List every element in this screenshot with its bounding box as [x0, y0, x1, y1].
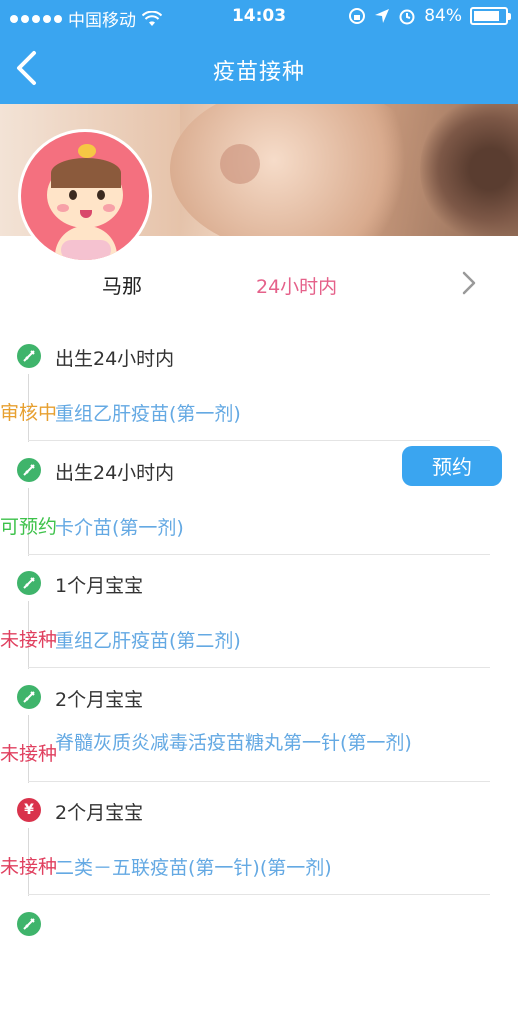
avatar-bow — [78, 144, 96, 158]
vaccine-stage-header: 出生24小时内 预约 — [0, 444, 518, 496]
status-right: 84% — [348, 6, 508, 26]
vaccine-stage: 2个月宝宝 — [55, 685, 143, 712]
syringe-icon — [21, 462, 37, 478]
vaccine-stage-header: ¥ 2个月宝宝 — [0, 784, 518, 836]
avatar-cheek — [103, 204, 115, 212]
syringe-icon — [21, 916, 37, 932]
vaccine-stage-header: 2个月宝宝 — [0, 671, 518, 723]
vaccine-free-icon — [17, 344, 41, 368]
vaccine-status: 审核中 — [0, 398, 518, 432]
vaccine-stage-header: 出生24小时内 — [0, 330, 518, 382]
baby-avatar[interactable] — [18, 129, 152, 263]
battery-percent: 84% — [424, 6, 462, 26]
vaccine-free-icon — [17, 458, 41, 482]
vaccine-free-icon — [17, 912, 41, 936]
vaccine-item[interactable]: 1个月宝宝 重组乙肝疫苗(第二剂) 未接种 — [0, 557, 518, 671]
divider — [28, 554, 490, 555]
vaccine-item[interactable]: 出生24小时内 重组乙肝疫苗(第一剂) 审核中 — [0, 330, 518, 444]
vaccine-stage: 出生24小时内 — [55, 344, 174, 371]
vaccine-free-icon — [17, 571, 41, 595]
vaccine-status: 未接种 — [0, 739, 518, 773]
location-icon — [374, 8, 390, 24]
vaccine-item[interactable]: ¥ 2个月宝宝 二类－五联疫苗(第一针)(第一剂) 未接种 — [0, 784, 518, 898]
rotation-lock-icon — [348, 7, 366, 25]
divider — [28, 894, 490, 895]
vaccine-status: 未接种 — [0, 852, 518, 886]
banner-shape — [220, 144, 260, 184]
page-title: 疫苗接种 — [0, 54, 518, 86]
baby-age: 24小时内 — [256, 272, 337, 299]
vaccine-item[interactable]: 2个月宝宝 脊髓灰质炎减毒活疫苗糖丸第一针(第一剂) 未接种 — [0, 671, 518, 785]
avatar-cheek — [57, 204, 69, 212]
vaccine-status: 可预约 — [0, 512, 518, 546]
avatar-eye — [69, 190, 77, 200]
vaccine-item-partial[interactable] — [0, 898, 518, 1011]
vaccine-stage-header — [0, 898, 518, 950]
alarm-icon — [398, 7, 416, 25]
syringe-icon — [21, 575, 37, 591]
battery-icon — [470, 7, 508, 25]
banner-shape — [420, 104, 518, 236]
banner-shape — [170, 104, 430, 236]
chevron-right-icon — [458, 270, 480, 296]
syringe-icon — [21, 689, 37, 705]
divider — [28, 667, 490, 668]
divider — [28, 781, 490, 782]
book-button[interactable]: 预约 — [402, 446, 502, 486]
vaccine-stage-header: 1个月宝宝 — [0, 557, 518, 609]
avatar-diaper — [61, 240, 111, 260]
vaccine-free-icon — [17, 685, 41, 709]
vaccine-list: 出生24小时内 重组乙肝疫苗(第一剂) 审核中 出生24小时内 预约 卡介苗(第… — [0, 330, 518, 1011]
divider — [28, 440, 490, 441]
baby-name: 马那 — [80, 270, 164, 299]
vaccine-stage: 出生24小时内 — [55, 458, 174, 485]
vaccine-status: 未接种 — [0, 625, 518, 659]
navigation-bar: 中国移动 14:03 84% — [0, 0, 518, 104]
battery-fill — [474, 11, 499, 21]
avatar-hair — [51, 158, 121, 188]
vaccine-item[interactable]: 出生24小时内 预约 卡介苗(第一剂) 可预约 — [0, 444, 518, 558]
vaccine-stage: 1个月宝宝 — [55, 571, 143, 598]
baby-info-row[interactable]: 马那 24小时内 — [0, 262, 518, 308]
avatar-eye — [97, 190, 105, 200]
vaccine-stage: 2个月宝宝 — [55, 798, 143, 825]
vaccine-paid-icon: ¥ — [17, 798, 41, 822]
syringe-icon — [21, 348, 37, 364]
status-bar: 中国移动 14:03 84% — [0, 0, 518, 34]
